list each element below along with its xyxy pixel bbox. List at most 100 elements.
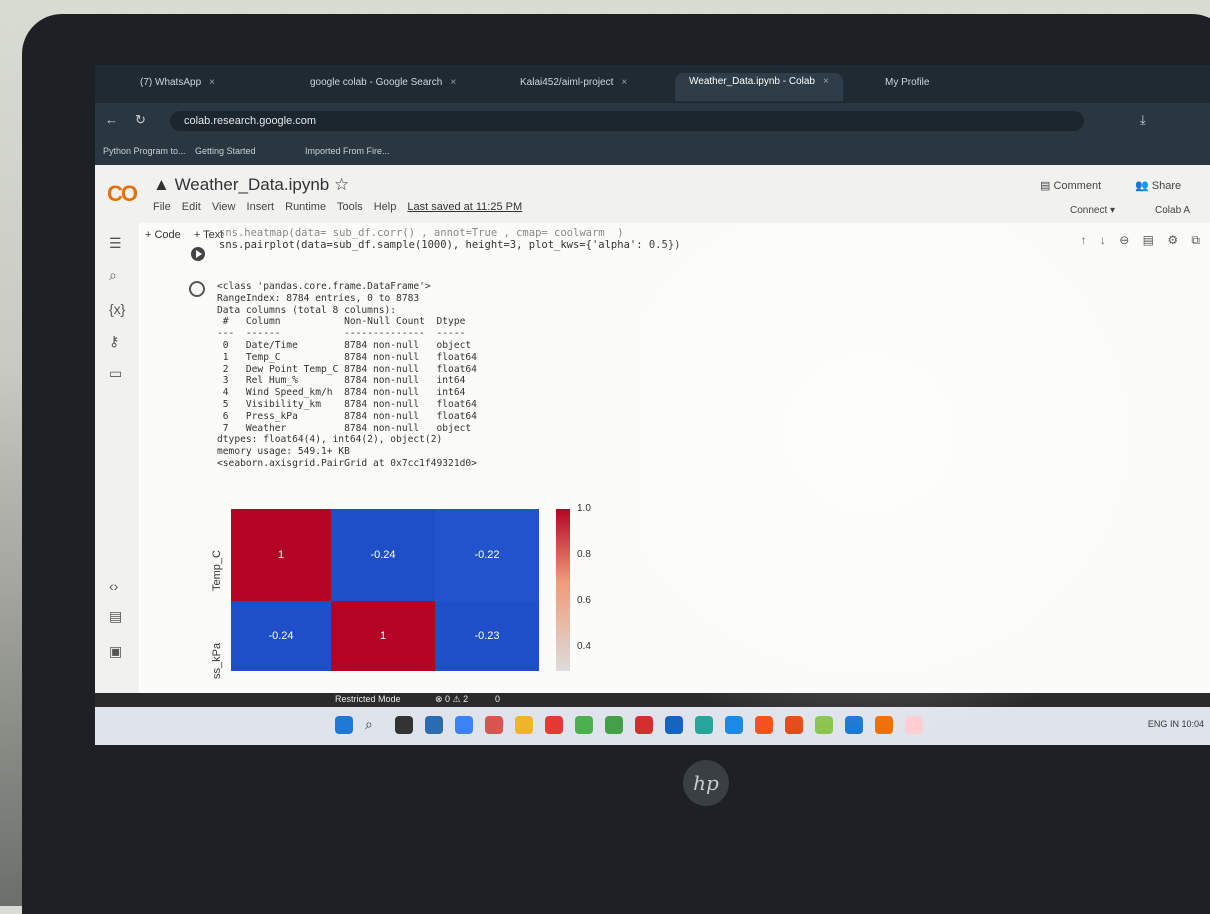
move-up-icon[interactable]: ↑ bbox=[1081, 233, 1087, 247]
notebook-title[interactable]: ▲ Weather_Data.ipynb ☆ bbox=[153, 175, 349, 195]
tab-my-profile[interactable]: My Profile bbox=[885, 77, 929, 99]
connect-button[interactable]: Connect ▾ bbox=[1070, 205, 1115, 216]
colab-ai-button[interactable]: Colab A bbox=[1155, 205, 1190, 216]
file-explorer-icon[interactable] bbox=[515, 716, 533, 734]
colorbar bbox=[556, 509, 570, 671]
app-icon[interactable] bbox=[605, 716, 623, 734]
heatmap-cell: -0.24 bbox=[231, 601, 331, 671]
app-icon[interactable] bbox=[485, 716, 503, 734]
system-tray[interactable]: ENG IN 10:04 bbox=[1148, 719, 1204, 729]
settings-icon[interactable]: ⚙ bbox=[1167, 233, 1178, 247]
search-icon[interactable]: ⌕ bbox=[109, 267, 117, 284]
app-icon[interactable] bbox=[695, 716, 713, 734]
search-icon[interactable]: ⌕ bbox=[365, 716, 383, 734]
bookmark-python[interactable]: Python Program to... bbox=[103, 146, 186, 156]
comment-cell-icon[interactable]: ▤ bbox=[1143, 233, 1154, 247]
comment-button[interactable]: ▤ Comment bbox=[1040, 179, 1101, 192]
variables-icon[interactable]: {x} bbox=[109, 301, 125, 317]
colorbar-tick: 0.8 bbox=[577, 549, 591, 560]
drive-icon: ▲ bbox=[153, 175, 175, 194]
word-icon[interactable] bbox=[725, 716, 743, 734]
output-toggle-icon[interactable] bbox=[189, 281, 205, 297]
tab-google-search[interactable]: google colab - Google Search × bbox=[310, 77, 456, 99]
link-icon[interactable]: ⊖ bbox=[1119, 233, 1129, 247]
cell-output: <class 'pandas.core.frame.DataFrame'> Ra… bbox=[217, 281, 477, 469]
close-icon[interactable]: × bbox=[450, 77, 456, 88]
close-icon[interactable]: × bbox=[823, 76, 829, 87]
status-bar: Restricted Mode ⊗ 0 ⚠ 2 0 bbox=[95, 693, 1210, 707]
star-icon[interactable]: ☆ bbox=[329, 175, 349, 194]
menu-file[interactable]: File bbox=[153, 201, 171, 213]
chrome-icon[interactable] bbox=[575, 716, 593, 734]
left-sidebar: ☰ ⌕ {x} ⚷ ▭ ‹› ▤ ▣ bbox=[95, 223, 140, 693]
app-icon[interactable] bbox=[875, 716, 893, 734]
tab-github[interactable]: Kalai452/aiml-project × bbox=[520, 77, 627, 99]
menu-bar: File Edit View Insert Runtime Tools Help… bbox=[153, 201, 530, 213]
vscode-icon[interactable] bbox=[845, 716, 863, 734]
add-code-button[interactable]: + Code bbox=[145, 229, 181, 241]
start-icon[interactable] bbox=[335, 716, 353, 734]
colab-logo[interactable]: CO bbox=[107, 181, 138, 207]
app-icon[interactable] bbox=[665, 716, 683, 734]
youtube-icon[interactable] bbox=[545, 716, 563, 734]
run-cell-button[interactable] bbox=[191, 247, 205, 261]
cell-toolbar: ↑ ↓ ⊖ ▤ ⚙ ⧉ bbox=[1071, 233, 1200, 248]
hp-logo: hp bbox=[683, 760, 729, 806]
app-icon[interactable] bbox=[815, 716, 833, 734]
terminal-icon[interactable]: ▣ bbox=[109, 643, 122, 660]
share-icon: 👥 bbox=[1135, 180, 1152, 192]
powerpoint-icon[interactable] bbox=[755, 716, 773, 734]
bookmark-getting-started[interactable]: Getting Started bbox=[195, 146, 256, 156]
menu-runtime[interactable]: Runtime bbox=[285, 201, 326, 213]
app-icon[interactable] bbox=[785, 716, 803, 734]
screen: (7) WhatsApp × google colab - Google Sear… bbox=[95, 65, 1210, 745]
command-palette-icon[interactable]: ▤ bbox=[109, 608, 122, 625]
row-label: Temp_C bbox=[211, 550, 223, 591]
colorbar-tick: 1.0 bbox=[577, 503, 591, 514]
menu-insert[interactable]: Insert bbox=[247, 201, 275, 213]
heatmap-cell: -0.22 bbox=[435, 509, 539, 601]
colorbar-tick: 0.4 bbox=[577, 641, 591, 652]
secrets-icon[interactable]: ⚷ bbox=[109, 333, 119, 350]
mirror-icon[interactable]: ⧉ bbox=[1191, 233, 1200, 247]
download-icon[interactable]: ⤓ bbox=[1140, 112, 1146, 128]
colorbar-tick: 0.6 bbox=[577, 595, 591, 606]
menu-tools[interactable]: Tools bbox=[337, 201, 363, 213]
back-icon[interactable]: ← bbox=[105, 112, 118, 127]
bookmark-imported[interactable]: Imported From Fire... bbox=[305, 146, 390, 156]
comment-icon: ▤ bbox=[1040, 180, 1054, 192]
notebook-area: + Code + Text ↑ ↓ ⊖ ▤ ⚙ ⧉ sns.heatmap(da… bbox=[139, 223, 1210, 693]
app-icon[interactable] bbox=[905, 716, 923, 734]
problems-count[interactable]: ⊗ 0 ⚠ 2 bbox=[435, 694, 468, 705]
address-bar-row: ← ↻ colab.research.google.com ⤓ bbox=[95, 103, 1210, 139]
url-field[interactable]: colab.research.google.com bbox=[170, 111, 1084, 131]
code-line: sns.pairplot(data=sub_df.sample(1000), h… bbox=[219, 239, 681, 251]
reload-icon[interactable]: ↻ bbox=[135, 112, 146, 128]
heatmap-cell: -0.24 bbox=[331, 509, 435, 601]
menu-help[interactable]: Help bbox=[374, 201, 397, 213]
ports-count[interactable]: 0 bbox=[495, 694, 500, 704]
app-icon[interactable] bbox=[455, 716, 473, 734]
menu-view[interactable]: View bbox=[212, 201, 236, 213]
code-snippets-icon[interactable]: ‹› bbox=[109, 578, 118, 594]
colab-header: CO ▲ Weather_Data.ipynb ☆ File Edit View… bbox=[95, 165, 1210, 224]
app-icon[interactable] bbox=[635, 716, 653, 734]
toc-icon[interactable]: ☰ bbox=[109, 235, 122, 252]
app-icon[interactable] bbox=[425, 716, 443, 734]
code-cell[interactable]: sns.heatmap(data= sub_df.corr() , annot=… bbox=[219, 227, 680, 251]
task-view-icon[interactable] bbox=[395, 716, 413, 734]
move-down-icon[interactable]: ↓ bbox=[1100, 233, 1106, 247]
heatmap-cell: 1 bbox=[331, 601, 435, 671]
restricted-mode[interactable]: Restricted Mode bbox=[335, 694, 401, 704]
close-icon[interactable]: × bbox=[209, 77, 215, 88]
tab-whatsapp[interactable]: (7) WhatsApp × bbox=[140, 77, 215, 99]
tab-colab[interactable]: Weather_Data.ipynb - Colab × bbox=[675, 73, 843, 101]
code-line: sns.heatmap(data= sub_df.corr() , annot=… bbox=[219, 227, 624, 239]
share-button[interactable]: 👥 Share bbox=[1135, 179, 1181, 192]
files-icon[interactable]: ▭ bbox=[109, 365, 122, 382]
menu-edit[interactable]: Edit bbox=[182, 201, 201, 213]
last-saved[interactable]: Last saved at 11:25 PM bbox=[407, 201, 522, 213]
heatmap-cell: -0.23 bbox=[435, 601, 539, 671]
browser-tab-bar: (7) WhatsApp × google colab - Google Sear… bbox=[95, 65, 1210, 103]
close-icon[interactable]: × bbox=[621, 77, 627, 88]
